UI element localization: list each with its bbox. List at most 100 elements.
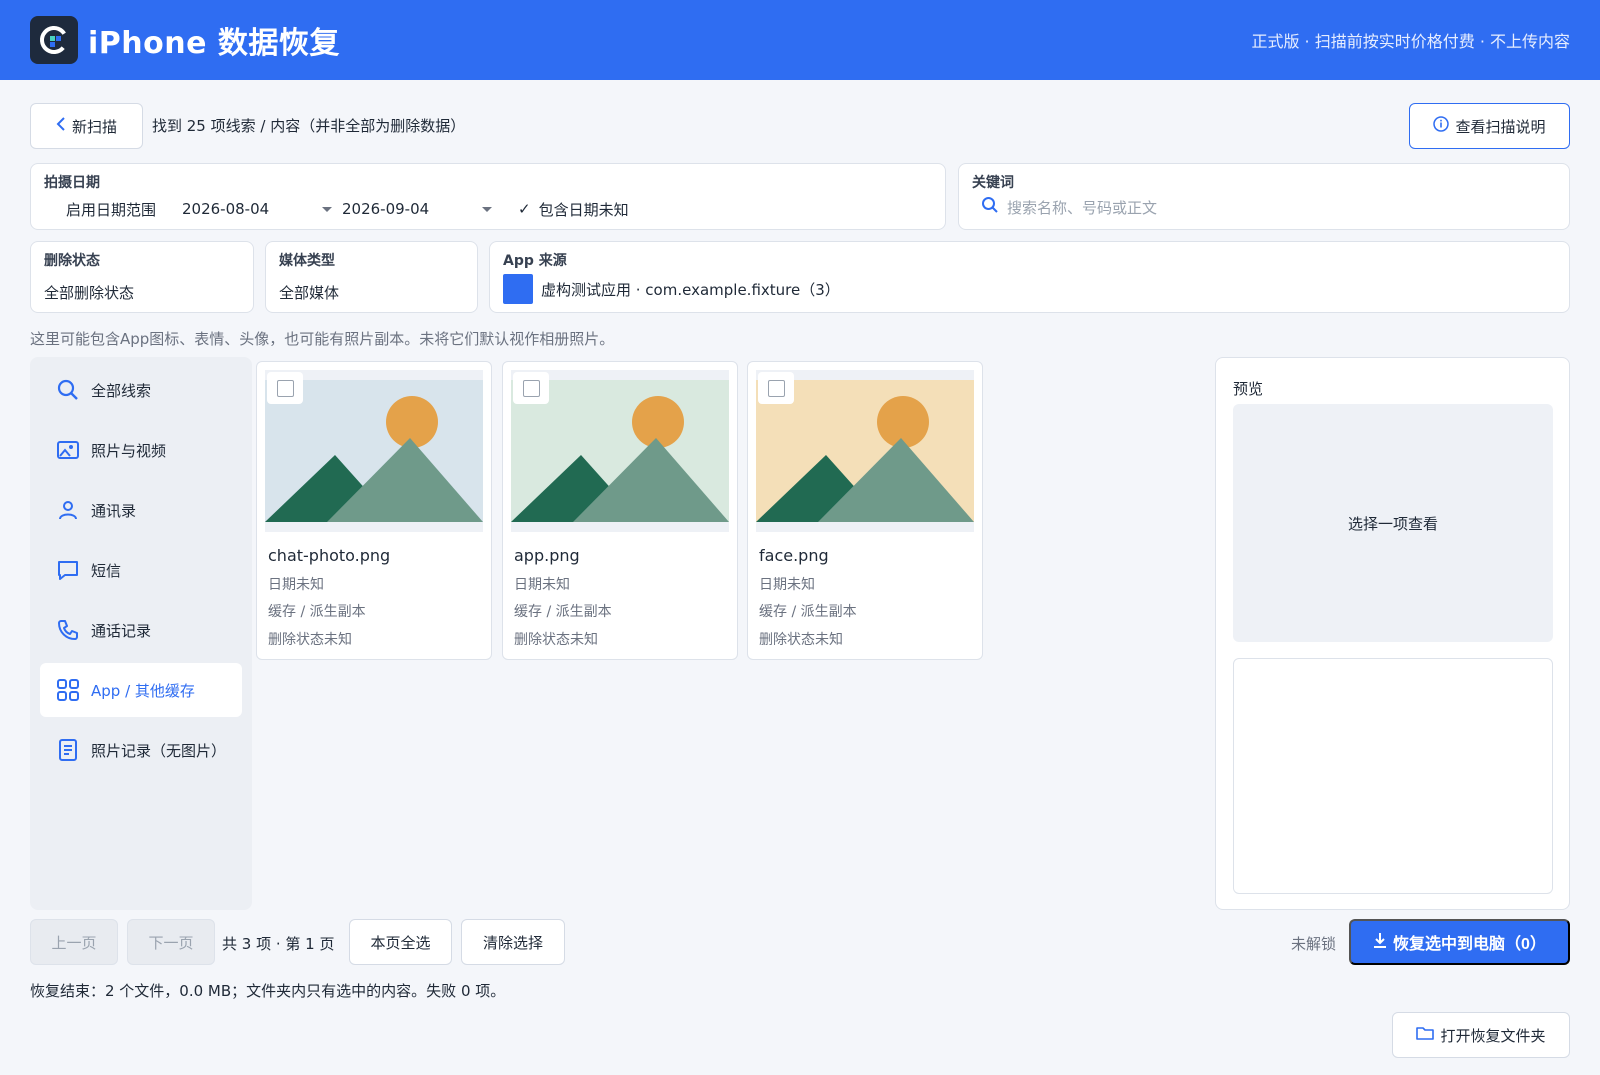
result-card[interactable]: chat-photo.png 日期未知 缓存 / 派生副本 删除状态未知	[256, 361, 492, 660]
chevron-down-icon	[482, 206, 492, 212]
sidebar-item-app-cache[interactable]: App / 其他缓存	[40, 663, 242, 717]
header-tagline: 正式版 · 扫描前按实时价格付费 · 不上传内容	[1251, 32, 1570, 51]
card-file-name: app.png	[514, 546, 580, 565]
preview-panel: 预览 选择一项查看	[1215, 357, 1570, 910]
preview-details-area	[1233, 658, 1553, 894]
clear-selection-button[interactable]: 清除选择	[461, 919, 565, 965]
delete-status-label: 删除状态	[44, 253, 100, 269]
new-scan-label: 新扫描	[71, 117, 117, 136]
card-source: 缓存 / 派生副本	[514, 604, 612, 620]
new-scan-button[interactable]: 新扫描	[30, 103, 143, 149]
card-date: 日期未知	[514, 577, 570, 593]
sidebar-item-label: 通讯录	[91, 501, 137, 520]
preview-placeholder: 选择一项查看	[1347, 514, 1438, 533]
app-source-item[interactable]: 虚构测试应用 · com.example.fixture（3）	[503, 274, 840, 304]
top-bar: iPhone 数据恢复 正式版 · 扫描前按实时价格付费 · 不上传内容	[0, 0, 1600, 80]
start-date-select[interactable]: 2026-08-04	[182, 200, 342, 218]
sidebar-item-label: 通话记录	[91, 621, 152, 640]
search-icon	[981, 196, 999, 218]
checkbox-box	[522, 379, 540, 397]
person-icon	[55, 497, 81, 523]
document-icon	[55, 737, 81, 763]
chevron-down-icon	[322, 206, 332, 212]
brand: iPhone 数据恢复	[30, 16, 340, 64]
delete-status-filter[interactable]: 删除状态 全部删除状态	[30, 241, 254, 313]
found-count-text: 找到 25 项线索 / 内容（并非全部为删除数据）	[152, 117, 466, 135]
preview-title: 预览	[1233, 380, 1264, 398]
message-icon	[55, 557, 81, 583]
search-icon	[55, 377, 81, 403]
card-file-name: face.png	[759, 546, 829, 565]
next-page-button[interactable]: 下一页	[127, 919, 215, 965]
open-folder-label: 打开恢复文件夹	[1440, 1026, 1546, 1045]
end-date-value: 2026-09-04	[342, 200, 430, 218]
info-icon	[1433, 116, 1450, 136]
download-icon	[1373, 932, 1387, 953]
delete-status-value: 全部删除状态	[44, 284, 135, 302]
app-title: iPhone 数据恢复	[88, 26, 340, 61]
sidebar-item-calls[interactable]: 通话记录	[40, 603, 242, 657]
app-source-filter: App 来源 虚构测试应用 · com.example.fixture（3）	[489, 241, 1570, 313]
sidebar-item-contacts[interactable]: 通讯录	[40, 483, 242, 537]
card-checkbox[interactable]	[758, 372, 794, 404]
open-folder-button[interactable]: 打开恢复文件夹	[1392, 1012, 1570, 1058]
keyword-label: 关键词	[972, 175, 1014, 191]
card-source: 缓存 / 派生副本	[268, 604, 366, 620]
media-type-filter[interactable]: 媒体类型 全部媒体	[265, 241, 478, 313]
prev-page-button[interactable]: 上一页	[30, 919, 118, 965]
select-page-button[interactable]: 本页全选	[349, 919, 452, 965]
checkbox-box	[276, 379, 294, 397]
sidebar-item-photo-records[interactable]: 照片记录（无图片）	[40, 723, 242, 777]
chevron-left-icon	[56, 116, 66, 136]
image-icon	[55, 437, 81, 463]
checkbox-box	[767, 379, 785, 397]
unlock-status: 未解锁	[1291, 935, 1337, 953]
keyword-search-input[interactable]: 搜索名称、号码或正文	[981, 194, 1541, 220]
sidebar-item-label: 短信	[91, 561, 122, 580]
sidebar-item-label: 照片与视频	[91, 441, 167, 460]
app-source-value: 虚构测试应用 · com.example.fixture（3）	[541, 280, 840, 299]
sidebar-item-label: App / 其他缓存	[91, 681, 195, 700]
date-filter-label: 拍摄日期	[44, 175, 100, 191]
page-info: 共 3 项 · 第 1 页	[222, 935, 335, 953]
folder-icon	[1416, 1025, 1435, 1045]
app-swatch-icon	[503, 274, 533, 304]
result-card[interactable]: face.png 日期未知 缓存 / 派生副本 删除状态未知	[747, 361, 983, 660]
scan-help-button[interactable]: 查看扫描说明	[1409, 103, 1570, 149]
preview-image-area: 选择一项查看	[1233, 404, 1553, 642]
result-card[interactable]: app.png 日期未知 缓存 / 派生副本 删除状态未知	[502, 361, 738, 660]
date-filter-panel: 拍摄日期 启用日期范围 2026-08-04 2026-09-04 ✓ 包含日期…	[30, 163, 946, 230]
keyword-filter-panel: 关键词 搜索名称、号码或正文	[958, 163, 1570, 230]
checkmark-icon[interactable]: ✓	[518, 200, 531, 218]
app-logo-icon	[30, 16, 78, 64]
card-delete-status: 删除状态未知	[759, 632, 843, 648]
phone-icon	[55, 617, 81, 643]
card-thumbnail	[265, 370, 483, 532]
category-sidebar: 全部线索 照片与视频 通讯录 短信 通话记录 App / 其他缓存 照片记录（无…	[30, 357, 252, 910]
card-checkbox[interactable]	[513, 372, 549, 404]
card-thumbnail	[756, 370, 974, 532]
media-type-label: 媒体类型	[279, 253, 335, 269]
category-hint-text: 这里可能包含App图标、表情、头像，也可能有照片副本。未将它们默认视作相册照片。	[30, 330, 615, 348]
card-date: 日期未知	[268, 577, 324, 593]
end-date-select[interactable]: 2026-09-04	[342, 200, 502, 218]
start-date-value: 2026-08-04	[182, 200, 270, 218]
include-unknown-date-label[interactable]: 包含日期未知	[539, 199, 629, 220]
date-range-toggle[interactable]: 启用日期范围	[66, 199, 182, 220]
recovery-result-text: 恢复结束：2 个文件，0.0 MB；文件夹内只有选中的内容。失败 0 项。	[30, 982, 506, 1000]
card-source: 缓存 / 派生副本	[759, 604, 857, 620]
scan-help-label: 查看扫描说明	[1455, 117, 1546, 136]
grid-icon	[55, 677, 81, 703]
sidebar-item-all[interactable]: 全部线索	[40, 363, 242, 417]
app-source-label: App 来源	[503, 253, 567, 269]
sidebar-item-label: 照片记录（无图片）	[91, 741, 227, 760]
sidebar-item-label: 全部线索	[91, 381, 152, 400]
recover-selected-button[interactable]: 恢复选中到电脑（0）	[1349, 919, 1570, 965]
keyword-placeholder: 搜索名称、号码或正文	[1007, 198, 1158, 217]
card-file-name: chat-photo.png	[268, 546, 391, 565]
recover-button-label: 恢复选中到电脑（0）	[1393, 936, 1546, 953]
card-checkbox[interactable]	[267, 372, 303, 404]
card-thumbnail	[511, 370, 729, 532]
sidebar-item-messages[interactable]: 短信	[40, 543, 242, 597]
sidebar-item-photos[interactable]: 照片与视频	[40, 423, 242, 477]
